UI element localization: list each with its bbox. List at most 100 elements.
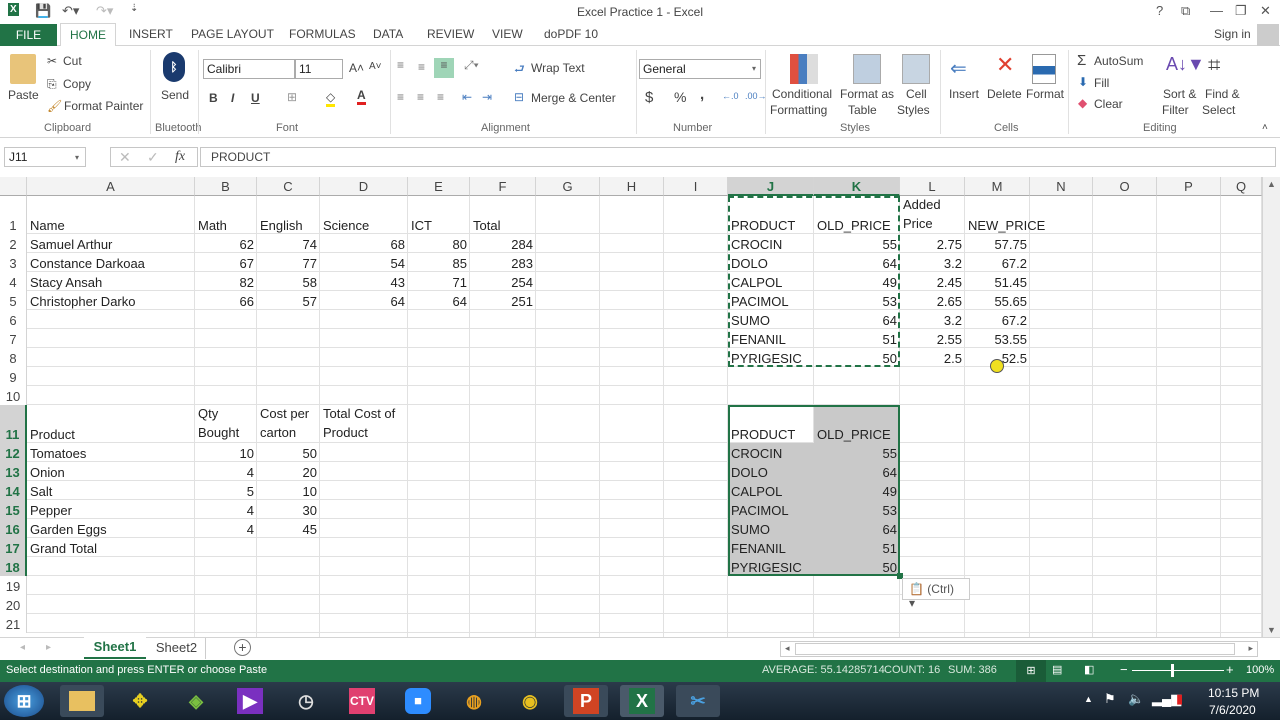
row-header-8[interactable]: 8	[0, 348, 27, 367]
borders-icon[interactable]: ⊞	[287, 90, 297, 104]
autosum-button[interactable]: AutoSum	[1094, 54, 1143, 68]
column-header-l[interactable]: L	[900, 177, 965, 196]
cell-styles-button-line2[interactable]: Styles	[897, 103, 930, 117]
row-header-7[interactable]: 7	[0, 329, 27, 348]
table-cell[interactable]: 2.5	[900, 348, 965, 367]
column-header-cell[interactable]: English	[257, 196, 320, 234]
page-layout-view-icon[interactable]: ▤	[1052, 663, 1062, 676]
table-cell[interactable]: 67.2	[965, 253, 1030, 272]
table-cell[interactable]: 2.55	[900, 329, 965, 348]
table-cell[interactable]: Onion	[27, 462, 195, 481]
scroll-up-icon[interactable]: ▲	[1267, 179, 1276, 189]
orientation-icon[interactable]: ⤢▾	[464, 58, 479, 73]
tab-dopdf[interactable]: doPDF 10	[544, 27, 598, 41]
grand-total-label[interactable]: Grand Total	[27, 538, 195, 557]
column-header-cell[interactable]: Name	[27, 196, 195, 234]
italic-button[interactable]: I	[231, 91, 234, 105]
table-cell[interactable]: 77	[257, 253, 320, 272]
column-header-n[interactable]: N	[1030, 177, 1093, 196]
format-cells-button[interactable]: Format	[1026, 87, 1064, 101]
column-header-cell[interactable]: Total Cost of Product	[320, 405, 408, 443]
sort-filter-button-line2[interactable]: Filter	[1162, 103, 1189, 117]
enter-icon[interactable]: ✓	[147, 149, 159, 166]
tab-review[interactable]: REVIEW	[427, 27, 474, 41]
sheet-tab-sheet1[interactable]: Sheet1	[84, 637, 146, 659]
table-cell[interactable]: Tomatoes	[27, 443, 195, 462]
row-header-6[interactable]: 6	[0, 310, 27, 329]
align-right-icon[interactable]: ≡	[437, 90, 444, 104]
align-bottom-icon[interactable]: ≡	[434, 58, 454, 78]
table-cell[interactable]: Stacy Ansah	[27, 272, 195, 291]
delete-cells-button[interactable]: Delete	[987, 87, 1022, 101]
column-header-cell[interactable]: Product	[27, 405, 195, 443]
column-header-j[interactable]: J	[728, 177, 814, 196]
excel-taskbar-icon[interactable]: X	[620, 685, 664, 717]
fill-color-icon[interactable]: ◇	[326, 90, 336, 107]
select-all-corner[interactable]	[0, 177, 27, 196]
wrap-text-button[interactable]: Wrap Text	[531, 61, 585, 75]
column-header-i[interactable]: I	[664, 177, 728, 196]
align-top-icon[interactable]: ≡	[397, 58, 404, 72]
insert-cells-button[interactable]: Insert	[949, 87, 979, 101]
close-button[interactable]: ✕	[1260, 3, 1271, 19]
conditional-formatting-button[interactable]: Conditional	[772, 87, 832, 101]
table-cell[interactable]: 2.45	[900, 272, 965, 291]
table-cell[interactable]: 62	[195, 234, 257, 253]
column-header-g[interactable]: G	[536, 177, 600, 196]
table-cell[interactable]: 55.65	[965, 291, 1030, 310]
user-avatar-icon[interactable]	[1257, 24, 1279, 46]
formula-input[interactable]: PRODUCT	[200, 147, 1276, 167]
clock-time[interactable]: 10:15 PM	[1208, 686, 1259, 700]
table-cell[interactable]: 283	[470, 253, 536, 272]
scroll-left-icon[interactable]: ◂	[785, 643, 790, 654]
column-header-a[interactable]: A	[27, 177, 195, 196]
restore-button[interactable]: ❐	[1235, 3, 1247, 19]
row-header-1[interactable]: 1	[0, 196, 27, 234]
snipping-tool-icon[interactable]: ✂	[676, 685, 720, 717]
worksheet-grid[interactable]: Name Math English Science ICT Total Samuel Art…	[0, 177, 1262, 637]
comma-button[interactable]: ,	[700, 86, 704, 103]
table-cell[interactable]: 43	[320, 272, 408, 291]
table-cell[interactable]: 85	[408, 253, 470, 272]
table-cell[interactable]: Garden Eggs	[27, 519, 195, 538]
column-header-cell[interactable]: Qty Bought	[195, 405, 257, 443]
table-cell[interactable]: 254	[470, 272, 536, 291]
table-cell[interactable]: 2.65	[900, 291, 965, 310]
table-cell[interactable]: 68	[320, 234, 408, 253]
horizontal-scroll-thumb[interactable]	[795, 643, 1235, 655]
cut-button[interactable]: Cut	[63, 54, 82, 68]
table-cell[interactable]: 74	[257, 234, 320, 253]
add-sheet-icon[interactable]: +	[234, 639, 251, 656]
cancel-icon[interactable]: ✕	[119, 149, 131, 166]
table-cell[interactable]: Pepper	[27, 500, 195, 519]
zoom-in-icon[interactable]: +	[1226, 662, 1234, 677]
increase-font-icon[interactable]: A˄	[349, 61, 364, 75]
table-cell[interactable]: 10	[195, 443, 257, 462]
zoom-app-icon[interactable]: ■	[396, 685, 440, 717]
column-header-d[interactable]: D	[320, 177, 408, 196]
table-cell[interactable]: 67	[195, 253, 257, 272]
table-cell[interactable]: 51.45	[965, 272, 1030, 291]
row-header-4[interactable]: 4	[0, 272, 27, 291]
format-as-table-button-line2[interactable]: Table	[848, 103, 877, 117]
merge-center-button[interactable]: Merge & Center	[531, 91, 616, 105]
row-header-11[interactable]: 11	[0, 405, 27, 443]
table-cell[interactable]: Christopher Darko	[27, 291, 195, 310]
next-sheet-icon[interactable]: ▸	[46, 642, 51, 653]
table-cell[interactable]: 67.2	[965, 310, 1030, 329]
table-cell[interactable]: 3.2	[900, 253, 965, 272]
tab-view[interactable]: VIEW	[492, 27, 523, 41]
column-header-k[interactable]: K	[814, 177, 900, 196]
row-header-14[interactable]: 14	[0, 481, 27, 500]
table-cell[interactable]: Constance Darkoaa	[27, 253, 195, 272]
paste-button[interactable]: Paste	[8, 88, 39, 102]
align-left-icon[interactable]: ≡	[397, 90, 404, 104]
table-cell[interactable]: 4	[195, 462, 257, 481]
tab-home[interactable]: HOME	[60, 23, 116, 46]
table-cell[interactable]: 284	[470, 234, 536, 253]
table-cell[interactable]: 20	[257, 462, 320, 481]
cell-styles-button[interactable]: Cell	[906, 87, 927, 101]
clock-date[interactable]: 7/6/2020	[1209, 703, 1256, 717]
tab-formulas[interactable]: FORMULAS	[289, 27, 356, 41]
align-middle-icon[interactable]: ≡	[418, 60, 425, 74]
